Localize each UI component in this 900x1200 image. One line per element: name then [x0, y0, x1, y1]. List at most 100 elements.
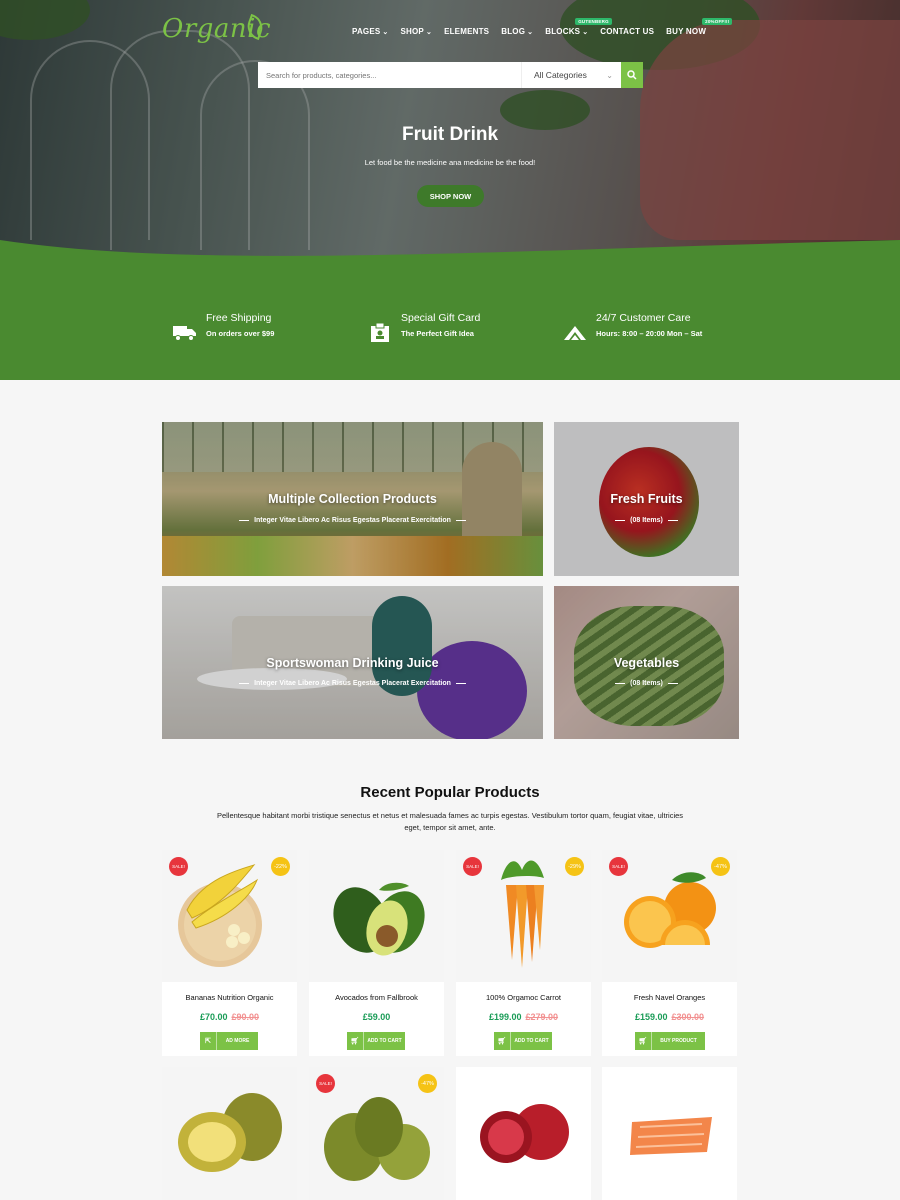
shop-now-button[interactable]: SHOP NOW: [417, 185, 484, 207]
nav-shop[interactable]: SHOP ⌄: [401, 27, 433, 36]
add-to-cart-button[interactable]: 🛒︎ ADD TO CART: [347, 1032, 405, 1050]
cart-icon: 🛒︎: [494, 1032, 511, 1050]
product-price: £70.00: [199, 1012, 228, 1022]
discount-badge: -29%: [565, 857, 584, 876]
feature-customer-care: 24/7 Customer Care Hours: 8:00 – 20:00 M…: [562, 312, 702, 346]
search-bar: All Categories ⌄: [258, 62, 643, 88]
collection-tile-multiple[interactable]: Multiple Collection Products Integer Vit…: [162, 422, 543, 576]
product-card[interactable]: [602, 1067, 737, 1200]
product-card[interactable]: SALE! -47%: [309, 1067, 444, 1200]
product-image[interactable]: [309, 850, 444, 982]
external-icon: ⇱: [200, 1032, 217, 1050]
discount-badge: -22%: [271, 857, 290, 876]
product-name[interactable]: Avocados from Fallbrook: [309, 993, 444, 1002]
avocado-illustration: [333, 882, 425, 956]
nav-label: PAGES: [352, 27, 381, 36]
tile-subtitle: Integer Vitae Libero Ac Risus Egestas Pl…: [162, 517, 543, 524]
tile-subtitle: (08 Items): [554, 680, 739, 687]
product-image[interactable]: [162, 1067, 297, 1200]
product-prices: £159.00 £300.00: [602, 1012, 737, 1022]
chevron-down-icon: ⌄: [527, 28, 534, 36]
product-image[interactable]: SALE! -22%: [162, 850, 297, 982]
nav-blocks[interactable]: GUTENBERG BLOCKS ⌄: [545, 18, 612, 36]
gift-card-icon: [367, 320, 393, 346]
nav-pages[interactable]: PAGES ⌄: [352, 27, 389, 36]
nav-badge: 20%OFF!!!: [702, 18, 733, 25]
product-image[interactable]: SALE! -47%: [309, 1067, 444, 1200]
tile-title: Sportswoman Drinking Juice: [266, 656, 439, 670]
sale-badge: SALE!: [169, 857, 188, 876]
collection-tile-fresh-fruits[interactable]: Fresh Fruits (08 Items): [554, 422, 739, 576]
action-label: BUY PRODUCT: [660, 1038, 697, 1044]
features-band: [0, 240, 900, 380]
feature-title: 24/7 Customer Care: [596, 312, 691, 324]
product-card[interactable]: SALE! -29% 100% Orgamoc Carrot £199.00 £2…: [456, 850, 591, 1056]
product-prices: £70.00 £90.00: [162, 1012, 297, 1022]
product-card[interactable]: Avocados from Fallbrook £59.00 🛒︎ ADD TO …: [309, 850, 444, 1056]
feature-subtitle: The Perfect Gift Idea: [401, 329, 474, 338]
sale-badge: SALE!: [316, 1074, 335, 1093]
collection-tile-vegetables[interactable]: Vegetables (08 Items): [554, 586, 739, 739]
section-title: Recent Popular Products: [360, 784, 540, 801]
nav-blog[interactable]: BLOG ⌄: [501, 27, 533, 36]
product-price: £59.00: [362, 1012, 391, 1022]
nav-label: BLOCKS: [545, 27, 581, 36]
search-button[interactable]: [621, 62, 643, 88]
tile-subtitle: Integer Vitae Libero Ac Risus Egestas Pl…: [162, 680, 543, 687]
nav-contact-us[interactable]: CONTACT US: [600, 27, 654, 36]
product-name[interactable]: Fresh Navel Oranges: [602, 993, 737, 1002]
feature-gift-card: Special Gift Card The Perfect Gift Idea: [367, 312, 480, 346]
pomegranate-illustration: [480, 1104, 569, 1163]
product-prices: £59.00: [309, 1012, 444, 1022]
add-to-cart-button[interactable]: 🛒︎ ADD TO CART: [494, 1032, 552, 1050]
product-image[interactable]: SALE! -29%: [456, 850, 591, 982]
collection-tile-sportswoman[interactable]: Sportswoman Drinking Juice Integer Vitae…: [162, 586, 543, 739]
truck-icon: [172, 320, 198, 346]
product-old-price: £90.00: [231, 1012, 260, 1022]
hero-subtitle: Let food be the medicine ana medicine be…: [364, 158, 536, 167]
nav-badge: GUTENBERG: [575, 18, 612, 25]
action-label: ADD TO CART: [514, 1038, 549, 1044]
feature-title: Special Gift Card: [401, 312, 481, 324]
feature-free-shipping: Free Shipping On orders over $99: [172, 312, 274, 346]
cart-icon: 🛒︎: [635, 1032, 652, 1050]
customer-care-icon: [562, 320, 588, 346]
sale-badge: SALE!: [463, 857, 482, 876]
product-prices: £199.00 £279.00: [456, 1012, 591, 1022]
tile-title: Fresh Fruits: [610, 492, 683, 506]
chevron-down-icon: ⌄: [582, 28, 589, 36]
product-price: £159.00: [634, 1012, 668, 1022]
hero-banner: Organic PAGES ⌄ SHOP ⌄ ELEMENTS BLOG ⌄ GUTE…: [0, 0, 900, 265]
ad-more-button[interactable]: ⇱ AD MORE: [200, 1032, 258, 1050]
product-image[interactable]: [456, 1067, 591, 1200]
product-name[interactable]: 100% Orgamoc Carrot: [456, 993, 591, 1002]
durian-illustration: [178, 1093, 282, 1172]
buy-product-button[interactable]: 🛒︎ BUY PRODUCT: [635, 1032, 705, 1050]
nav-label: BUY NOW: [666, 27, 707, 36]
sale-badge: SALE!: [609, 857, 628, 876]
search-input[interactable]: [258, 62, 521, 88]
nav-label: BLOG: [501, 27, 526, 36]
product-old-price: £300.00: [671, 1012, 705, 1022]
product-image[interactable]: SALE! -47%: [602, 850, 737, 982]
section-description: Pellentesque habitant morbi tristique se…: [216, 811, 684, 832]
product-name[interactable]: Bananas Nutrition Organic: [162, 993, 297, 1002]
product-card[interactable]: SALE! -22% Bananas Nutrition Organic £70…: [162, 850, 297, 1056]
nav-buy-now[interactable]: 20%OFF!!! BUY NOW: [666, 18, 733, 36]
product-card[interactable]: [456, 1067, 591, 1200]
nav-elements[interactable]: ELEMENTS: [444, 27, 489, 36]
chevron-down-icon: ⌄: [606, 70, 613, 80]
search-icon: [627, 70, 637, 80]
tile-title: Multiple Collection Products: [268, 492, 437, 506]
action-label: ADD TO CART: [367, 1038, 402, 1044]
cart-icon: 🛒︎: [347, 1032, 364, 1050]
product-card[interactable]: SALE! -47% Fresh Navel Oranges £159.00 £3…: [602, 850, 737, 1056]
discount-badge: -47%: [711, 857, 730, 876]
category-select[interactable]: All Categories ⌄: [521, 62, 621, 88]
main-nav: PAGES ⌄ SHOP ⌄ ELEMENTS BLOG ⌄ GUTENBERG BLO…: [352, 18, 733, 36]
hero-title: Fruit Drink: [401, 124, 499, 145]
product-card[interactable]: [162, 1067, 297, 1200]
product-image[interactable]: [602, 1067, 737, 1200]
discount-badge: -47%: [418, 1074, 437, 1093]
action-label: AD MORE: [225, 1038, 250, 1044]
